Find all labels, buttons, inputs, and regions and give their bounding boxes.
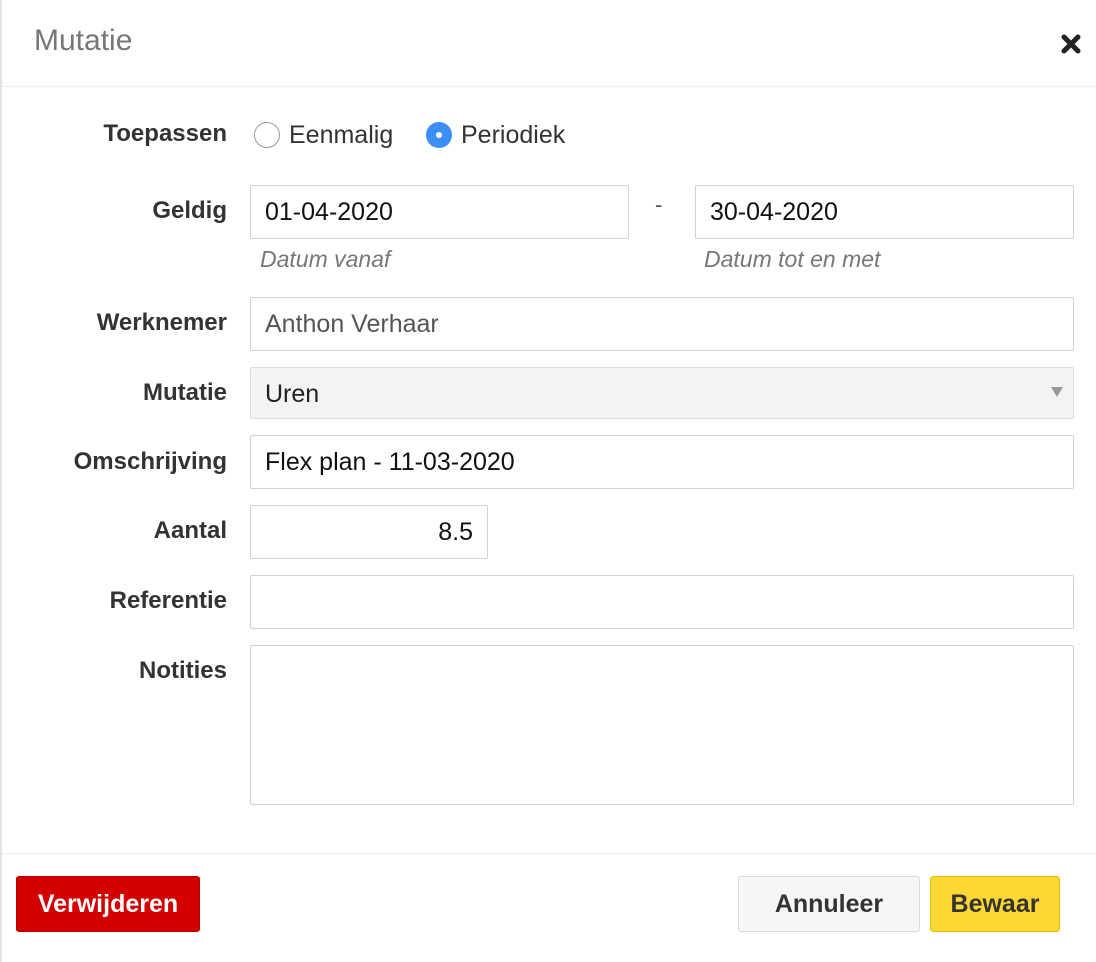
mutatie-dialog: Mutatie Toepassen Eenmalig Periodiek Gel… — [0, 0, 1096, 962]
aantal-label: Aantal — [153, 517, 227, 544]
mutatie-label: Mutatie — [143, 379, 227, 406]
radio-eenmalig[interactable]: Eenmalig — [254, 118, 393, 152]
referentie-label: Referentie — [109, 587, 227, 614]
close-icon — [1061, 34, 1081, 54]
werknemer-input[interactable] — [250, 297, 1074, 351]
referentie-input[interactable] — [250, 575, 1074, 629]
mutatie-select[interactable]: Uren — [250, 367, 1074, 419]
save-button[interactable]: Bewaar — [930, 876, 1060, 932]
date-to-input[interactable] — [695, 185, 1074, 239]
mutatie-selected-value: Uren — [265, 380, 320, 408]
date-to-help: Datum tot en met — [704, 246, 881, 272]
aantal-input[interactable] — [250, 505, 488, 559]
notities-textarea[interactable] — [250, 645, 1074, 805]
cancel-button[interactable]: Annuleer — [738, 876, 920, 932]
close-button[interactable] — [1057, 30, 1085, 58]
radio-periodiek-indicator[interactable] — [426, 122, 452, 148]
dropdown-arrow-icon — [1051, 387, 1063, 397]
dialog-title: Mutatie — [34, 24, 133, 57]
delete-button[interactable]: Verwijderen — [16, 876, 200, 932]
date-from-input[interactable] — [250, 185, 629, 239]
date-from-help: Datum vanaf — [260, 246, 391, 272]
date-range-separator: - — [655, 192, 663, 217]
radio-eenmalig-label: Eenmalig — [289, 120, 394, 149]
radio-eenmalig-indicator[interactable] — [254, 122, 280, 148]
radio-periodiek-label: Periodiek — [461, 120, 566, 149]
dialog-header: Mutatie — [2, 0, 1096, 87]
werknemer-label: Werknemer — [96, 309, 227, 336]
omschrijving-label: Omschrijving — [73, 448, 227, 475]
toepassen-label: Toepassen — [103, 120, 227, 147]
radio-periodiek[interactable]: Periodiek — [426, 118, 565, 152]
geldig-label: Geldig — [152, 197, 227, 224]
notities-label: Notities — [138, 657, 227, 684]
omschrijving-input[interactable] — [250, 435, 1074, 489]
